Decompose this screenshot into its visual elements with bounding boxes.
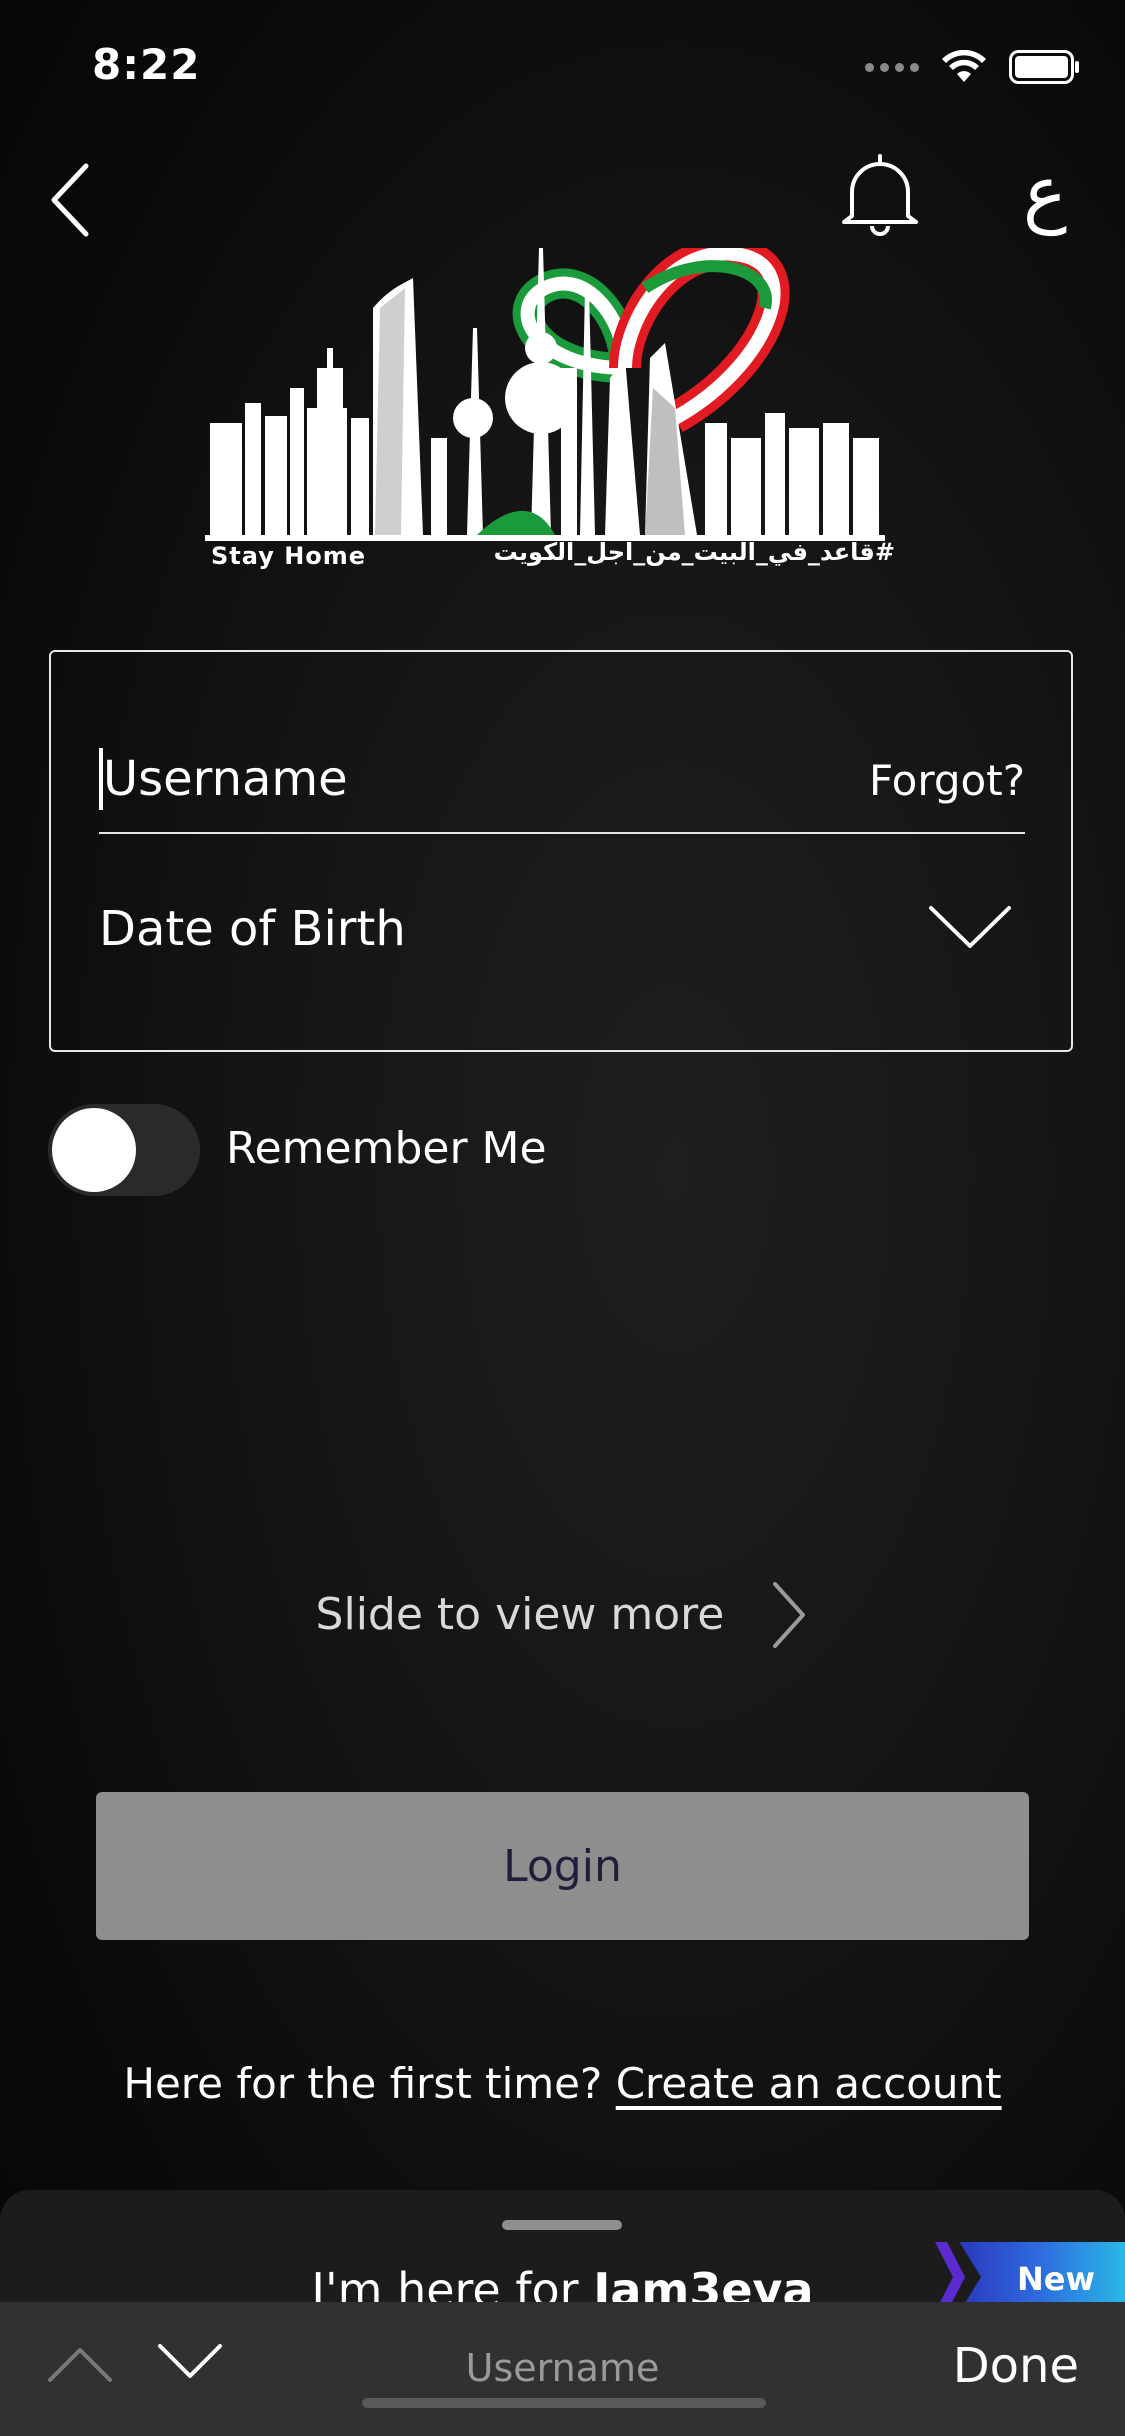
remember-me-toggle[interactable] (48, 1104, 200, 1196)
signup-line: Here for the first time? Create an accou… (0, 2054, 1125, 2114)
create-account-link[interactable]: Create an account (616, 2059, 1002, 2108)
status-icons (865, 50, 1081, 84)
logo-caption-arabic: #قاعد_في_البيت_من_اجل_الكويت (493, 538, 895, 566)
battery-icon (1009, 50, 1079, 84)
wifi-icon (942, 50, 986, 82)
done-button[interactable]: Done (953, 2338, 1079, 2394)
chevron-down-icon[interactable] (927, 902, 1013, 952)
slide-label: Slide to view more (315, 1589, 725, 1640)
login-screen: 8:22 ع Stay Home #قاعد_في_البيت_من_اجل_ا… (0, 0, 1125, 2436)
username-field[interactable]: Username Forgot? (99, 682, 1025, 834)
chevron-right-icon (773, 1582, 806, 1648)
keyboard-accessory-bar: Username Done (0, 2302, 1125, 2436)
language-toggle-button[interactable]: ع (1010, 148, 1080, 238)
forgot-link[interactable]: Forgot? (869, 754, 1025, 808)
login-button[interactable]: Login (96, 1792, 1029, 1940)
login-form: Username Forgot? Date of Birth (49, 650, 1073, 1052)
sheet-handle[interactable] (502, 2220, 622, 2230)
date-of-birth-label: Date of Birth (99, 901, 406, 957)
bell-icon[interactable] (838, 150, 922, 240)
cellular-dots-icon (865, 62, 919, 72)
chevron-left-icon[interactable] (46, 160, 96, 240)
slide-to-view-more[interactable]: Slide to view more (0, 1580, 1125, 1650)
date-of-birth-field[interactable]: Date of Birth (99, 872, 1025, 992)
status-time: 8:22 (92, 40, 201, 89)
remember-me-label: Remember Me (226, 1123, 547, 1174)
signup-prompt: Here for the first time? (123, 2059, 603, 2108)
username-placeholder: Username (103, 751, 348, 807)
logo-caption-english: Stay Home (211, 542, 367, 570)
toggle-knob (52, 1108, 136, 1192)
new-badge-label: New (1016, 2260, 1095, 2298)
kuwait-skyline-logo (205, 248, 885, 541)
home-indicator[interactable] (362, 2398, 766, 2408)
